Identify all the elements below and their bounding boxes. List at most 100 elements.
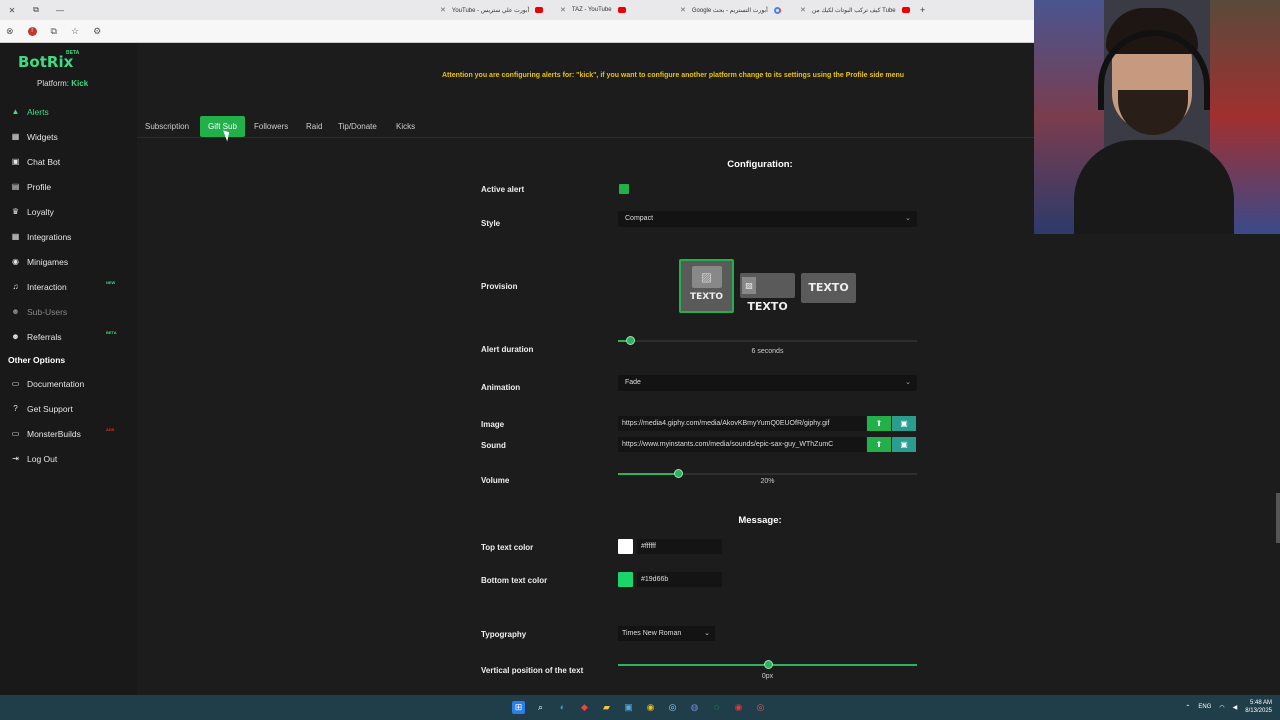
clock-time: 5:48 AM	[1249, 700, 1272, 706]
sidebar-item-loyalty[interactable]: ♛ Loyalty	[0, 199, 137, 224]
slider-handle[interactable]	[673, 469, 683, 478]
monitor-icon: ▭	[11, 429, 20, 438]
top-text-color-input[interactable]: #ffffff	[637, 539, 722, 554]
taskbar: ⊞ ⌕ ◐ ◆ ▰ ▣ ◉ ◎ ◍ ◌ ◉ ◎ ⌃ ENG ◠ ◀ 5:48 A…	[0, 695, 1280, 720]
people-icon: ☻	[11, 332, 20, 341]
chrome-active-icon[interactable]: ◉	[732, 701, 745, 714]
image-gallery-button[interactable]: ▣	[892, 416, 916, 431]
tab-gift-sub[interactable]: Gift Sub	[200, 116, 245, 137]
animation-label: Animation	[481, 383, 521, 392]
close-tab-icon[interactable]: ✕	[560, 6, 566, 14]
sidebar-item-chat-bot[interactable]: ▣ Chat Bot	[0, 149, 137, 174]
top-text-color-swatch[interactable]	[618, 539, 633, 554]
discord-icon[interactable]: ◍	[688, 701, 701, 714]
animation-select[interactable]: Fade ⌄	[618, 375, 917, 391]
new-tab-button[interactable]: +	[914, 0, 1034, 20]
stop-icon[interactable]: !	[27, 26, 37, 36]
browser-tab[interactable]: ✕ YouTube - أبورت علي ستريس	[434, 0, 554, 20]
tab-raid[interactable]: Raid	[298, 116, 330, 137]
sidebar-item-integrations[interactable]: ▦ Integrations	[0, 224, 137, 249]
clock[interactable]: 5:48 AM 8/13/2025	[1245, 699, 1272, 715]
provision-option-inline[interactable]: ▨ TEXTO	[740, 273, 795, 313]
chrome-icon[interactable]: ◉	[644, 701, 657, 714]
chat-icon: ▣	[11, 157, 20, 166]
volume-icon[interactable]: ◀	[1233, 704, 1238, 711]
anydesk-icon[interactable]: ◆	[578, 701, 591, 714]
sidebar-item-referrals[interactable]: ☻ Referrals BETA	[0, 324, 137, 349]
sidebar-item-documentation[interactable]: ▭ Documentation	[0, 371, 137, 396]
browser-tab[interactable]: ✕ Google أبورت التستريم - بحث	[674, 0, 794, 20]
close-tab-icon[interactable]: ✕	[680, 6, 686, 14]
sidebar-item-profile[interactable]: ▤ Profile	[0, 174, 137, 199]
tray-chevron-icon[interactable]: ⌃	[1185, 704, 1190, 711]
close-tab-icon[interactable]: ✕	[440, 6, 446, 14]
window-minimize-icon[interactable]: —	[48, 6, 72, 15]
alert-duration-slider[interactable]	[618, 336, 917, 345]
vertical-position-slider[interactable]	[618, 660, 917, 669]
sound-url-input[interactable]: https://www.myinstants.com/media/sounds/…	[618, 437, 866, 452]
windows-start-icon[interactable]: ⊞	[512, 701, 525, 714]
sidebar-item-sub-users[interactable]: ☻ Sub-Users	[0, 299, 137, 324]
share-icon[interactable]: ⧉	[51, 26, 57, 37]
page-scrollbar[interactable]	[1276, 493, 1280, 543]
browser-tab[interactable]: ✕ كيف تركب البوتات لكيك من Tube	[794, 0, 914, 20]
image-upload-button[interactable]: ⬆	[867, 416, 891, 431]
sidebar-item-label: Chat Bot	[27, 156, 61, 167]
tab-tip-donate[interactable]: Tip/Donate	[330, 116, 385, 137]
webcam-overlay	[1034, 0, 1280, 234]
bottom-text-color-label: Bottom text color	[481, 576, 548, 585]
tab-followers[interactable]: Followers	[246, 116, 296, 137]
search-icon[interactable]: ⌕	[534, 701, 547, 714]
tab-subscription[interactable]: Subscription	[137, 116, 197, 137]
folder-icon[interactable]: ▰	[600, 701, 613, 714]
style-select[interactable]: Compact ⌄	[618, 211, 917, 227]
sidebar-item-label: Widgets	[27, 131, 58, 142]
platform-indicator: Platform: Kick	[37, 79, 88, 88]
steam-icon[interactable]: ◎	[666, 701, 679, 714]
image-url-input[interactable]: https://media4.giphy.com/media/AkovKBmyY…	[618, 416, 866, 431]
bottom-text-color-swatch[interactable]	[618, 572, 633, 587]
sound-gallery-button[interactable]: ▣	[892, 437, 916, 452]
volume-slider[interactable]	[618, 469, 917, 478]
typography-select[interactable]: Times New Roman ⌄	[618, 626, 715, 641]
window-restore-icon[interactable]: ⧉	[24, 5, 48, 15]
sidebar-item-interaction[interactable]: ♫ Interaction NEW	[0, 274, 137, 299]
platform-label: Platform:	[37, 79, 70, 88]
whatsapp-icon[interactable]: ◌	[710, 701, 723, 714]
image-placeholder-icon: ▨	[691, 266, 722, 288]
obs-icon[interactable]: ◎	[754, 701, 767, 714]
bottom-text-color-input[interactable]: #19d66b	[637, 572, 722, 587]
tab-kicks[interactable]: Kicks	[388, 116, 423, 137]
close-tab-icon[interactable]: ✕	[800, 6, 806, 14]
sidebar-item-widgets[interactable]: ▦ Widgets	[0, 124, 137, 149]
grid-icon: ▦	[11, 132, 20, 141]
upload-icon: ⬆	[875, 419, 883, 428]
active-alert-checkbox[interactable]	[619, 184, 629, 194]
streamer-body	[1074, 140, 1234, 234]
bookmark-star-icon[interactable]: ☆	[71, 26, 79, 37]
back-icon[interactable]: ⊗	[6, 26, 14, 37]
wifi-icon[interactable]: ◠	[1219, 704, 1224, 711]
trophy-icon: ♛	[11, 207, 20, 216]
sidebar-item-log-out[interactable]: ⇥ Log Out	[0, 446, 137, 471]
slider-handle[interactable]	[763, 660, 773, 669]
sound-upload-button[interactable]: ⬆	[867, 437, 891, 452]
sidebar-item-alerts[interactable]: ▲ Alerts	[0, 99, 137, 124]
extensions-icon[interactable]: ⚙	[93, 26, 101, 37]
typography-label: Typography	[481, 630, 527, 639]
store-icon[interactable]: ▣	[622, 701, 635, 714]
screen: ✕ ⧉ — ✕ YouTube - أبورت علي ستريس ✕ TAZ - Y…	[0, 0, 1280, 720]
sidebar-item-minigames[interactable]: ◉ Minigames	[0, 249, 137, 274]
edge-icon[interactable]: ◐	[556, 701, 569, 714]
slider-handle[interactable]	[625, 336, 635, 345]
sidebar-item-get-support[interactable]: ? Get Support	[0, 396, 137, 421]
sidebar-item-label: Log Out	[27, 453, 58, 464]
browser-tab[interactable]: ✕ TAZ - YouTube	[554, 0, 674, 20]
sidebar-item-monsterbuilds[interactable]: ▭ MonsterBuilds ADS	[0, 421, 137, 446]
provision-option-stacked[interactable]: ▨ TEXTO	[679, 259, 734, 313]
window-close-icon[interactable]: ✕	[0, 6, 24, 15]
provision-option-text-only[interactable]: TEXTO	[801, 273, 856, 303]
lang-indicator[interactable]: ENG	[1198, 704, 1211, 710]
upload-icon: ⬆	[875, 440, 883, 449]
sidebar-item-label: MonsterBuilds	[27, 428, 81, 439]
